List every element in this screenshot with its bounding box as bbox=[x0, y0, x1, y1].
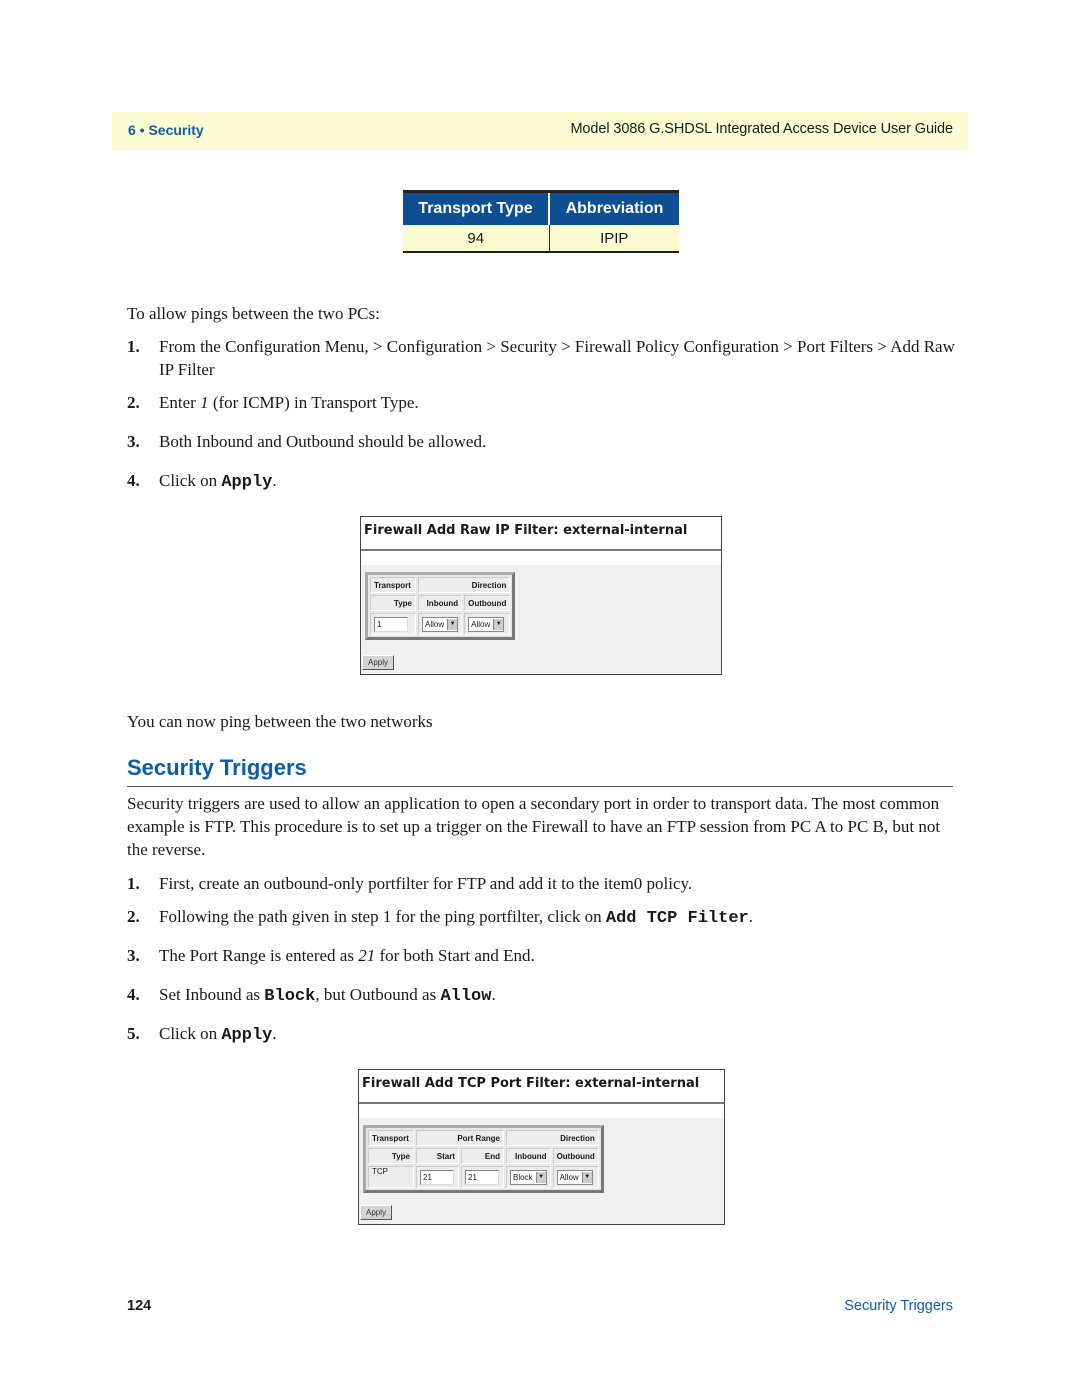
tcp-port-filter-table: Transport Port Range Direction Type Star… bbox=[363, 1125, 604, 1193]
list-item: 2. Following the path given in step 1 fo… bbox=[127, 905, 957, 930]
column-header: End bbox=[461, 1148, 504, 1164]
list-item: 1. From the Configuration Menu, > Config… bbox=[127, 335, 957, 381]
step-number: 3. bbox=[127, 432, 140, 451]
inbound-value: Allow bbox=[425, 619, 445, 629]
tcp-port-filter-screenshot: Firewall Add TCP Port Filter: external-i… bbox=[358, 1069, 725, 1225]
list-item: 2. Enter 1 (for ICMP) in Transport Type. bbox=[127, 391, 957, 414]
column-header: Type bbox=[370, 595, 416, 611]
step-text: From the Configuration Menu, > Configura… bbox=[159, 337, 955, 379]
table-row: 94 IPIP bbox=[403, 225, 679, 253]
step-text: . bbox=[491, 985, 496, 1004]
section-intro: Security triggers are used to allow an a… bbox=[127, 794, 941, 859]
footer-section-name: Security Triggers bbox=[844, 1298, 953, 1314]
raw-ip-filter-table: Transport Direction Type Inbound Outboun… bbox=[365, 572, 516, 640]
step-text: Enter bbox=[159, 393, 201, 412]
inbound-value: Block bbox=[513, 1172, 533, 1182]
form-title: Firewall Add TCP Port Filter: external-i… bbox=[359, 1070, 724, 1104]
dropdown-arrow-icon: ▼ bbox=[581, 1171, 592, 1183]
step-number: 1. bbox=[127, 337, 140, 356]
code-add-tcp-filter: Add TCP Filter bbox=[605, 909, 749, 928]
list-item: 1. First, create an outbound-only portfi… bbox=[127, 872, 957, 895]
heading-rule bbox=[127, 786, 953, 787]
column-header: Port Range bbox=[416, 1130, 504, 1146]
column-header: Transport bbox=[368, 1130, 414, 1146]
outbound-value: Allow bbox=[559, 1172, 579, 1182]
code-apply: Apply bbox=[221, 473, 273, 492]
column-header: Transport Type bbox=[403, 190, 550, 225]
apply-button[interactable]: Apply bbox=[362, 655, 395, 670]
dropdown-arrow-icon: ▼ bbox=[493, 618, 504, 630]
port-start-input[interactable]: 21 bbox=[420, 1169, 454, 1185]
step-text: Click on bbox=[159, 1024, 222, 1043]
step-number: 1. bbox=[127, 874, 140, 893]
table-cell: IPIP bbox=[549, 225, 679, 253]
transport-type-input[interactable]: 1 bbox=[374, 616, 408, 632]
step-text: . bbox=[748, 907, 753, 926]
inbound-select[interactable]: Block ▼ bbox=[510, 1169, 547, 1185]
section-heading: Security Triggers bbox=[127, 755, 307, 780]
step-text: First, create an outbound-only portfilte… bbox=[159, 874, 693, 893]
column-header: Inbound bbox=[418, 595, 463, 611]
column-header: Direction bbox=[506, 1130, 599, 1146]
column-header: Start bbox=[416, 1148, 459, 1164]
column-header: Direction bbox=[418, 577, 511, 593]
column-header: Type bbox=[368, 1148, 414, 1164]
column-header: Outbound bbox=[464, 595, 511, 611]
step-text: Set Inbound as bbox=[159, 985, 265, 1004]
column-header: Transport bbox=[370, 577, 416, 593]
step-number: 2. bbox=[127, 393, 140, 412]
ping-intro: To allow pings between the two PCs: bbox=[127, 304, 380, 323]
step-text: (for ICMP) in Transport Type. bbox=[208, 393, 419, 412]
chapter-label: 6 • Security bbox=[128, 122, 204, 138]
code-block: Block bbox=[264, 987, 316, 1006]
step-number: 3. bbox=[127, 946, 140, 965]
outbound-value: Allow bbox=[471, 619, 491, 629]
dropdown-arrow-icon: ▼ bbox=[447, 618, 458, 630]
raw-ip-filter-screenshot: Firewall Add Raw IP Filter: external-int… bbox=[360, 516, 722, 675]
step-text: Both Inbound and Outbound should be allo… bbox=[159, 432, 487, 451]
step-number: 4. bbox=[127, 985, 140, 1004]
page-number: 124 bbox=[127, 1298, 152, 1314]
table-header-row: Transport Type Abbreviation bbox=[403, 190, 679, 225]
step-text: , but Outbound as bbox=[315, 985, 441, 1004]
abbreviation-table: Transport Type Abbreviation 94 IPIP bbox=[403, 190, 679, 253]
list-item: 4. Click on Apply. bbox=[127, 469, 957, 494]
step-emphasis: 1 bbox=[200, 393, 209, 412]
step-text: for both Start and End. bbox=[375, 946, 535, 965]
step-emphasis: 21 bbox=[358, 946, 376, 965]
port-end-input[interactable]: 21 bbox=[465, 1169, 499, 1185]
ping-result: You can now ping between the two network… bbox=[127, 712, 433, 731]
form-title: Firewall Add Raw IP Filter: external-int… bbox=[361, 517, 721, 551]
column-header: Inbound bbox=[506, 1148, 551, 1164]
step-text: The Port Range is entered as bbox=[159, 946, 359, 965]
step-text: Click on bbox=[159, 471, 222, 490]
step-text: Following the path given in step 1 for t… bbox=[159, 907, 606, 926]
running-header: 6 • Security Model 3086 G.SHDSL Integrat… bbox=[112, 112, 968, 150]
column-header: Outbound bbox=[552, 1148, 599, 1164]
inbound-select[interactable]: Allow ▼ bbox=[422, 616, 459, 632]
step-number: 2. bbox=[127, 907, 140, 926]
list-item: 5. Click on Apply. bbox=[127, 1022, 957, 1047]
apply-button[interactable]: Apply bbox=[360, 1205, 393, 1220]
list-item: 3. The Port Range is entered as 21 for b… bbox=[127, 944, 957, 967]
code-apply: Apply bbox=[221, 1026, 273, 1045]
transport-type-value: TCP bbox=[368, 1166, 414, 1188]
list-item: 3. Both Inbound and Outbound should be a… bbox=[127, 430, 957, 453]
column-header: Abbreviation bbox=[549, 190, 679, 225]
step-text: . bbox=[272, 471, 277, 490]
dropdown-arrow-icon: ▼ bbox=[535, 1171, 546, 1183]
step-number: 5. bbox=[127, 1024, 140, 1043]
outbound-select[interactable]: Allow ▼ bbox=[556, 1169, 593, 1185]
code-allow: Allow bbox=[440, 987, 492, 1006]
guide-title: Model 3086 G.SHDSL Integrated Access Dev… bbox=[570, 121, 953, 137]
table-cell: 94 bbox=[403, 225, 550, 253]
list-item: 4. Set Inbound as Block, but Outbound as… bbox=[127, 983, 957, 1008]
step-number: 4. bbox=[127, 471, 140, 490]
step-text: . bbox=[272, 1024, 277, 1043]
outbound-select[interactable]: Allow ▼ bbox=[468, 616, 505, 632]
